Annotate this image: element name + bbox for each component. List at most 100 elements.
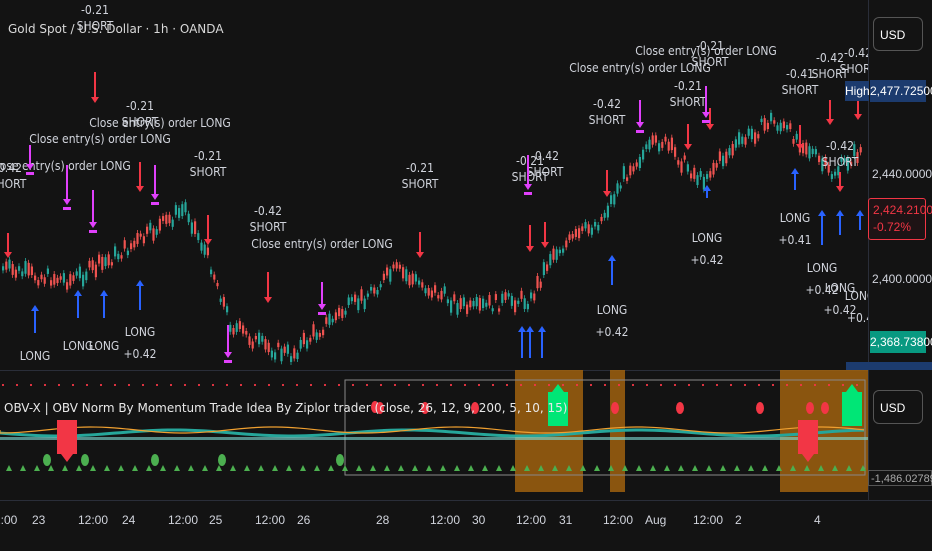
candle (27, 262, 30, 276)
green-signal-dot (218, 454, 226, 466)
candle (590, 227, 593, 235)
candle (110, 262, 113, 266)
chart-area[interactable]: -0.42 SHORT -0.21 SHORT -0.42 SHORT -0.21 SHORT… (0, 0, 868, 500)
candle (450, 300, 453, 313)
top-dotted-marker (800, 384, 802, 386)
candle (136, 233, 139, 244)
candle (162, 216, 165, 221)
long-label: LONG (125, 325, 156, 339)
candle (56, 277, 59, 284)
candle (376, 290, 379, 295)
time-label: 25 (209, 513, 223, 527)
time-axis[interactable]: 2:002312:002412:002512:00262812:003012:0… (0, 500, 932, 551)
candle (411, 273, 414, 285)
candle (738, 132, 741, 145)
candle (248, 336, 251, 345)
green-triangle (244, 465, 250, 471)
high-label: High (845, 81, 870, 101)
big-sell-marker (798, 420, 818, 454)
top-dotted-marker (30, 384, 32, 386)
candle (469, 300, 472, 308)
high-value-tag: 2,477.72500 (870, 80, 932, 102)
price-chart[interactable]: -0.42 SHORT -0.21 SHORT -0.42 SHORT -0.21 SHORT… (0, 0, 868, 500)
long-arrow-head (836, 210, 844, 216)
indicator-title[interactable]: OBV-X | OBV Norm By Momentum Trade Idea … (4, 401, 567, 415)
close-order-label: Close entry(s) order LONG (0, 159, 131, 173)
price-label-2400: 2,400.00000 (872, 272, 932, 286)
green-triangle (216, 465, 222, 471)
candle (754, 132, 757, 144)
top-dotted-marker (380, 384, 382, 386)
candle (395, 262, 398, 269)
candle (30, 266, 33, 275)
candle (648, 139, 651, 150)
candle (219, 298, 222, 302)
candle (805, 142, 808, 155)
green-triangle (48, 465, 54, 471)
top-dotted-marker (786, 384, 788, 386)
short-amount: -0.21 (674, 79, 702, 93)
candle (139, 233, 142, 237)
candle (373, 287, 376, 294)
candle (482, 298, 485, 309)
candle (149, 222, 152, 231)
indicator-currency-button[interactable]: USD (873, 390, 923, 424)
indicator-panel (0, 370, 868, 492)
green-triangle (258, 465, 264, 471)
green-triangle (146, 465, 152, 471)
candle (462, 297, 465, 307)
top-dotted-marker (310, 384, 312, 386)
green-triangle (202, 465, 208, 471)
candle (98, 254, 101, 264)
candle (581, 226, 584, 231)
candle (242, 325, 245, 334)
candle (91, 260, 94, 271)
candle (453, 294, 456, 302)
candle (542, 262, 545, 276)
green-triangle (454, 465, 460, 471)
green-triangle (748, 465, 754, 471)
candle (744, 137, 747, 145)
green-triangle (132, 465, 138, 471)
short-label: SHORT (589, 113, 626, 127)
candle (654, 135, 657, 143)
currency-button[interactable]: USD (873, 17, 923, 51)
candle (626, 177, 629, 181)
top-dotted-marker (814, 384, 816, 386)
price-scale[interactable] (868, 0, 932, 500)
candle (78, 266, 81, 279)
candle (440, 290, 443, 300)
candle (638, 156, 641, 169)
green-triangle (356, 465, 362, 471)
green-triangle (664, 465, 670, 471)
short-amount: -0.21 (406, 161, 434, 175)
candle (437, 295, 440, 299)
candle (66, 282, 69, 290)
candle (421, 282, 424, 288)
short-arrow-head (416, 252, 424, 258)
candle (334, 312, 337, 321)
candle (229, 324, 232, 332)
red-signal-dot (676, 402, 684, 414)
long-amount: +0.4 (847, 311, 868, 325)
candle (158, 218, 161, 231)
long-label: LONG (780, 211, 811, 225)
candle (725, 151, 728, 164)
green-triangle (300, 465, 306, 471)
candle (347, 297, 350, 306)
top-dotted-marker (2, 384, 4, 386)
candle (632, 166, 635, 172)
green-triangle (174, 465, 180, 471)
long-arrow-head (74, 290, 82, 296)
top-dotted-marker (674, 384, 676, 386)
short-amount: -0.21 (81, 3, 109, 17)
top-dotted-marker (758, 384, 760, 386)
candle (50, 280, 53, 286)
candle (168, 214, 171, 224)
candle (296, 352, 299, 360)
candle (194, 221, 197, 235)
top-dotted-marker (268, 384, 270, 386)
top-dotted-marker (562, 384, 564, 386)
candle (114, 246, 117, 257)
close-arrow-head (151, 194, 159, 200)
